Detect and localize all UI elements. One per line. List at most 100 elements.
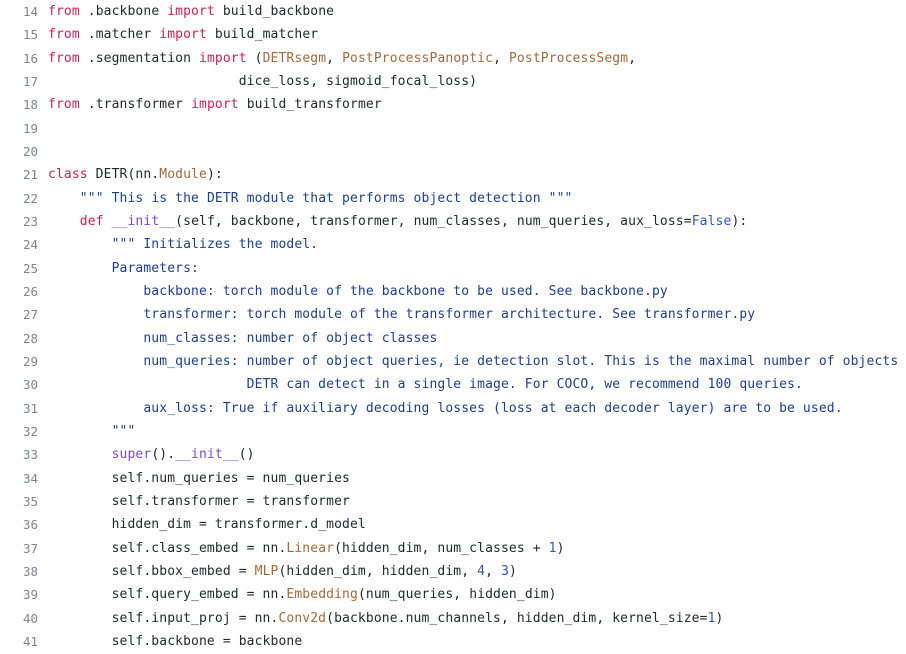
token-keyword: from bbox=[48, 4, 80, 19]
code-line[interactable]: 40 self.input_proj = nn.Conv2d(backbone.… bbox=[0, 607, 906, 630]
token-string_docstring: aux_loss: True if auxiliary decoding los… bbox=[48, 400, 843, 416]
code-line-content[interactable]: self.query_embed = nn.Embedding(num_quer… bbox=[38, 583, 557, 606]
code-line[interactable]: 27 transformer: torch module of the tran… bbox=[0, 303, 906, 326]
line-number: 21 bbox=[22, 167, 38, 183]
code-line-content[interactable]: from .transformer import build_transform… bbox=[38, 93, 382, 116]
line-number: 34 bbox=[22, 470, 38, 486]
token-plain: self.query_embed = nn. bbox=[48, 587, 287, 603]
code-line-content[interactable]: from .backbone import build_backbone bbox=[38, 0, 334, 23]
token-plain: dice_loss, sigmoid_focal_loss) bbox=[48, 73, 478, 89]
code-line[interactable]: 19 bbox=[0, 117, 906, 140]
code-line[interactable]: 41 self.backbone = backbone bbox=[0, 630, 906, 653]
code-line[interactable]: 38 self.bbox_embed = MLP(hidden_dim, hid… bbox=[0, 560, 906, 583]
token-keyword: import bbox=[191, 97, 239, 113]
token-class_name: Conv2d bbox=[278, 610, 327, 626]
code-line[interactable]: 37 self.class_embed = nn.Linear(hidden_d… bbox=[0, 537, 906, 560]
code-line[interactable]: 22 """ This is the DETR module that perf… bbox=[0, 187, 906, 210]
code-line[interactable]: 30 DETR can detect in a single image. Fo… bbox=[0, 373, 906, 396]
token-class_name: Embedding bbox=[286, 587, 358, 603]
code-line-content[interactable]: dice_loss, sigmoid_focal_loss) bbox=[38, 70, 477, 93]
code-line[interactable]: 20 bbox=[0, 140, 906, 163]
code-line-content[interactable]: """ bbox=[38, 420, 136, 443]
code-line[interactable]: 16 from .segmentation import (DETRsegm, P… bbox=[0, 47, 906, 70]
code-line[interactable]: 35 self.transformer = transformer bbox=[0, 490, 906, 513]
token-plain: self.input_proj = nn. bbox=[48, 610, 279, 626]
token-string_docstring: backbone: torch module of the backbone t… bbox=[48, 283, 668, 299]
line-number: 20 bbox=[22, 143, 38, 159]
code-line-content[interactable]: self.backbone = backbone bbox=[38, 630, 303, 653]
code-line[interactable]: 25 Parameters: bbox=[0, 257, 906, 280]
token-plain: .segmentation bbox=[79, 50, 199, 66]
token-plain: self.transformer = transformer bbox=[48, 493, 350, 509]
code-line-content[interactable]: """ This is the DETR module that perform… bbox=[38, 187, 573, 210]
code-line[interactable]: 14 from .backbone import build_backbone bbox=[0, 0, 906, 23]
code-line-content[interactable]: self.bbox_embed = MLP(hidden_dim, hidden… bbox=[38, 560, 517, 583]
code-line[interactable]: 17 dice_loss, sigmoid_focal_loss) bbox=[0, 70, 906, 93]
line-number: 36 bbox=[22, 517, 38, 533]
token-plain: (num_queries, hidden_dim) bbox=[357, 587, 557, 603]
code-line-content[interactable]: self.input_proj = nn.Conv2d(backbone.num… bbox=[38, 607, 724, 630]
code-line[interactable]: 18 from .transformer import build_transfo… bbox=[0, 93, 906, 116]
token-plain: ): bbox=[731, 213, 748, 229]
line-number: 41 bbox=[22, 633, 38, 649]
token-number: 4 bbox=[477, 563, 486, 579]
line-number: 23 bbox=[22, 213, 38, 229]
token-plain: ) bbox=[715, 610, 724, 626]
code-line[interactable]: 24 """ Initializes the model. bbox=[0, 233, 906, 256]
code-line[interactable]: 31 aux_loss: True if auxiliary decoding … bbox=[0, 397, 906, 420]
token-keyword: import bbox=[199, 50, 247, 66]
code-line-content[interactable]: def __init__(self, backbone, transformer… bbox=[38, 210, 747, 233]
code-line[interactable]: 33 super().__init__() bbox=[0, 443, 906, 466]
code-line[interactable]: 34 self.num_queries = num_queries bbox=[0, 467, 906, 490]
code-line[interactable]: 32 """ bbox=[0, 420, 906, 443]
code-line[interactable]: 26 backbone: torch module of the backbon… bbox=[0, 280, 906, 303]
line-number: 25 bbox=[22, 260, 38, 276]
code-line-content[interactable]: self.transformer = transformer bbox=[38, 490, 350, 513]
line-number: 16 bbox=[22, 50, 38, 66]
line-number: 24 bbox=[22, 237, 38, 253]
code-line-content[interactable]: Parameters: bbox=[38, 257, 199, 280]
code-line-content[interactable]: from .segmentation import (DETRsegm, Pos… bbox=[38, 47, 636, 70]
code-line-content[interactable]: aux_loss: True if auxiliary decoding los… bbox=[38, 397, 843, 420]
code-line[interactable]: 28 num_classes: number of object classes bbox=[0, 327, 906, 350]
token-number: 1 bbox=[707, 610, 716, 626]
code-line[interactable]: 21 class DETR(nn.Module): bbox=[0, 163, 906, 186]
code-viewer[interactable]: 14 from .backbone import build_backbone 15… bbox=[0, 0, 906, 654]
token-plain: .transformer bbox=[79, 97, 192, 113]
token-plain: ) bbox=[556, 540, 565, 556]
token-plain: , bbox=[493, 50, 509, 66]
line-number: 30 bbox=[22, 377, 38, 393]
token-keyword: from bbox=[48, 50, 80, 66]
code-line-content[interactable]: num_classes: number of object classes bbox=[38, 327, 437, 350]
code-line-content[interactable]: backbone: torch module of the backbone t… bbox=[38, 280, 668, 303]
token-plain: (self, backbone, transformer, num_classe… bbox=[175, 213, 692, 229]
code-line-content[interactable]: """ Initializes the model. bbox=[38, 233, 319, 256]
token-plain: build_backbone bbox=[214, 4, 335, 19]
line-number: 33 bbox=[22, 447, 38, 463]
code-line[interactable]: 15 from .matcher import build_matcher bbox=[0, 23, 906, 46]
code-line-content[interactable]: hidden_dim = transformer.d_model bbox=[38, 513, 366, 536]
code-line[interactable]: 23 def __init__(self, backbone, transfor… bbox=[0, 210, 906, 233]
code-line-content[interactable]: super().__init__() bbox=[38, 443, 255, 466]
token-class_name: Module bbox=[159, 167, 207, 183]
code-line[interactable]: 36 hidden_dim = transformer.d_model bbox=[0, 513, 906, 536]
code-line-content[interactable]: DETR can detect in a single image. For C… bbox=[38, 373, 803, 396]
code-line-content[interactable]: self.class_embed = nn.Linear(hidden_dim,… bbox=[38, 537, 565, 560]
line-number: 15 bbox=[22, 27, 38, 43]
token-plain: ): bbox=[206, 167, 223, 183]
code-line-content[interactable]: transformer: torch module of the transfo… bbox=[38, 303, 755, 326]
code-line-content[interactable]: class DETR(nn.Module): bbox=[38, 163, 223, 186]
token-plain: , bbox=[628, 50, 637, 66]
code-line[interactable]: 29 num_queries: number of object queries… bbox=[0, 350, 906, 373]
token-string_docstring: num_queries: number of object queries, i… bbox=[48, 353, 899, 369]
token-plain: .backbone bbox=[79, 4, 168, 19]
code-line[interactable]: 39 self.query_embed = nn.Embedding(num_q… bbox=[0, 583, 906, 606]
line-number: 31 bbox=[22, 400, 38, 416]
token-class_name: PostProcessPanoptic bbox=[342, 50, 494, 66]
code-line-content[interactable]: num_queries: number of object queries, i… bbox=[38, 350, 898, 373]
code-line-content[interactable]: from .matcher import build_matcher bbox=[38, 23, 318, 46]
code-line-content[interactable]: self.num_queries = num_queries bbox=[38, 467, 350, 490]
